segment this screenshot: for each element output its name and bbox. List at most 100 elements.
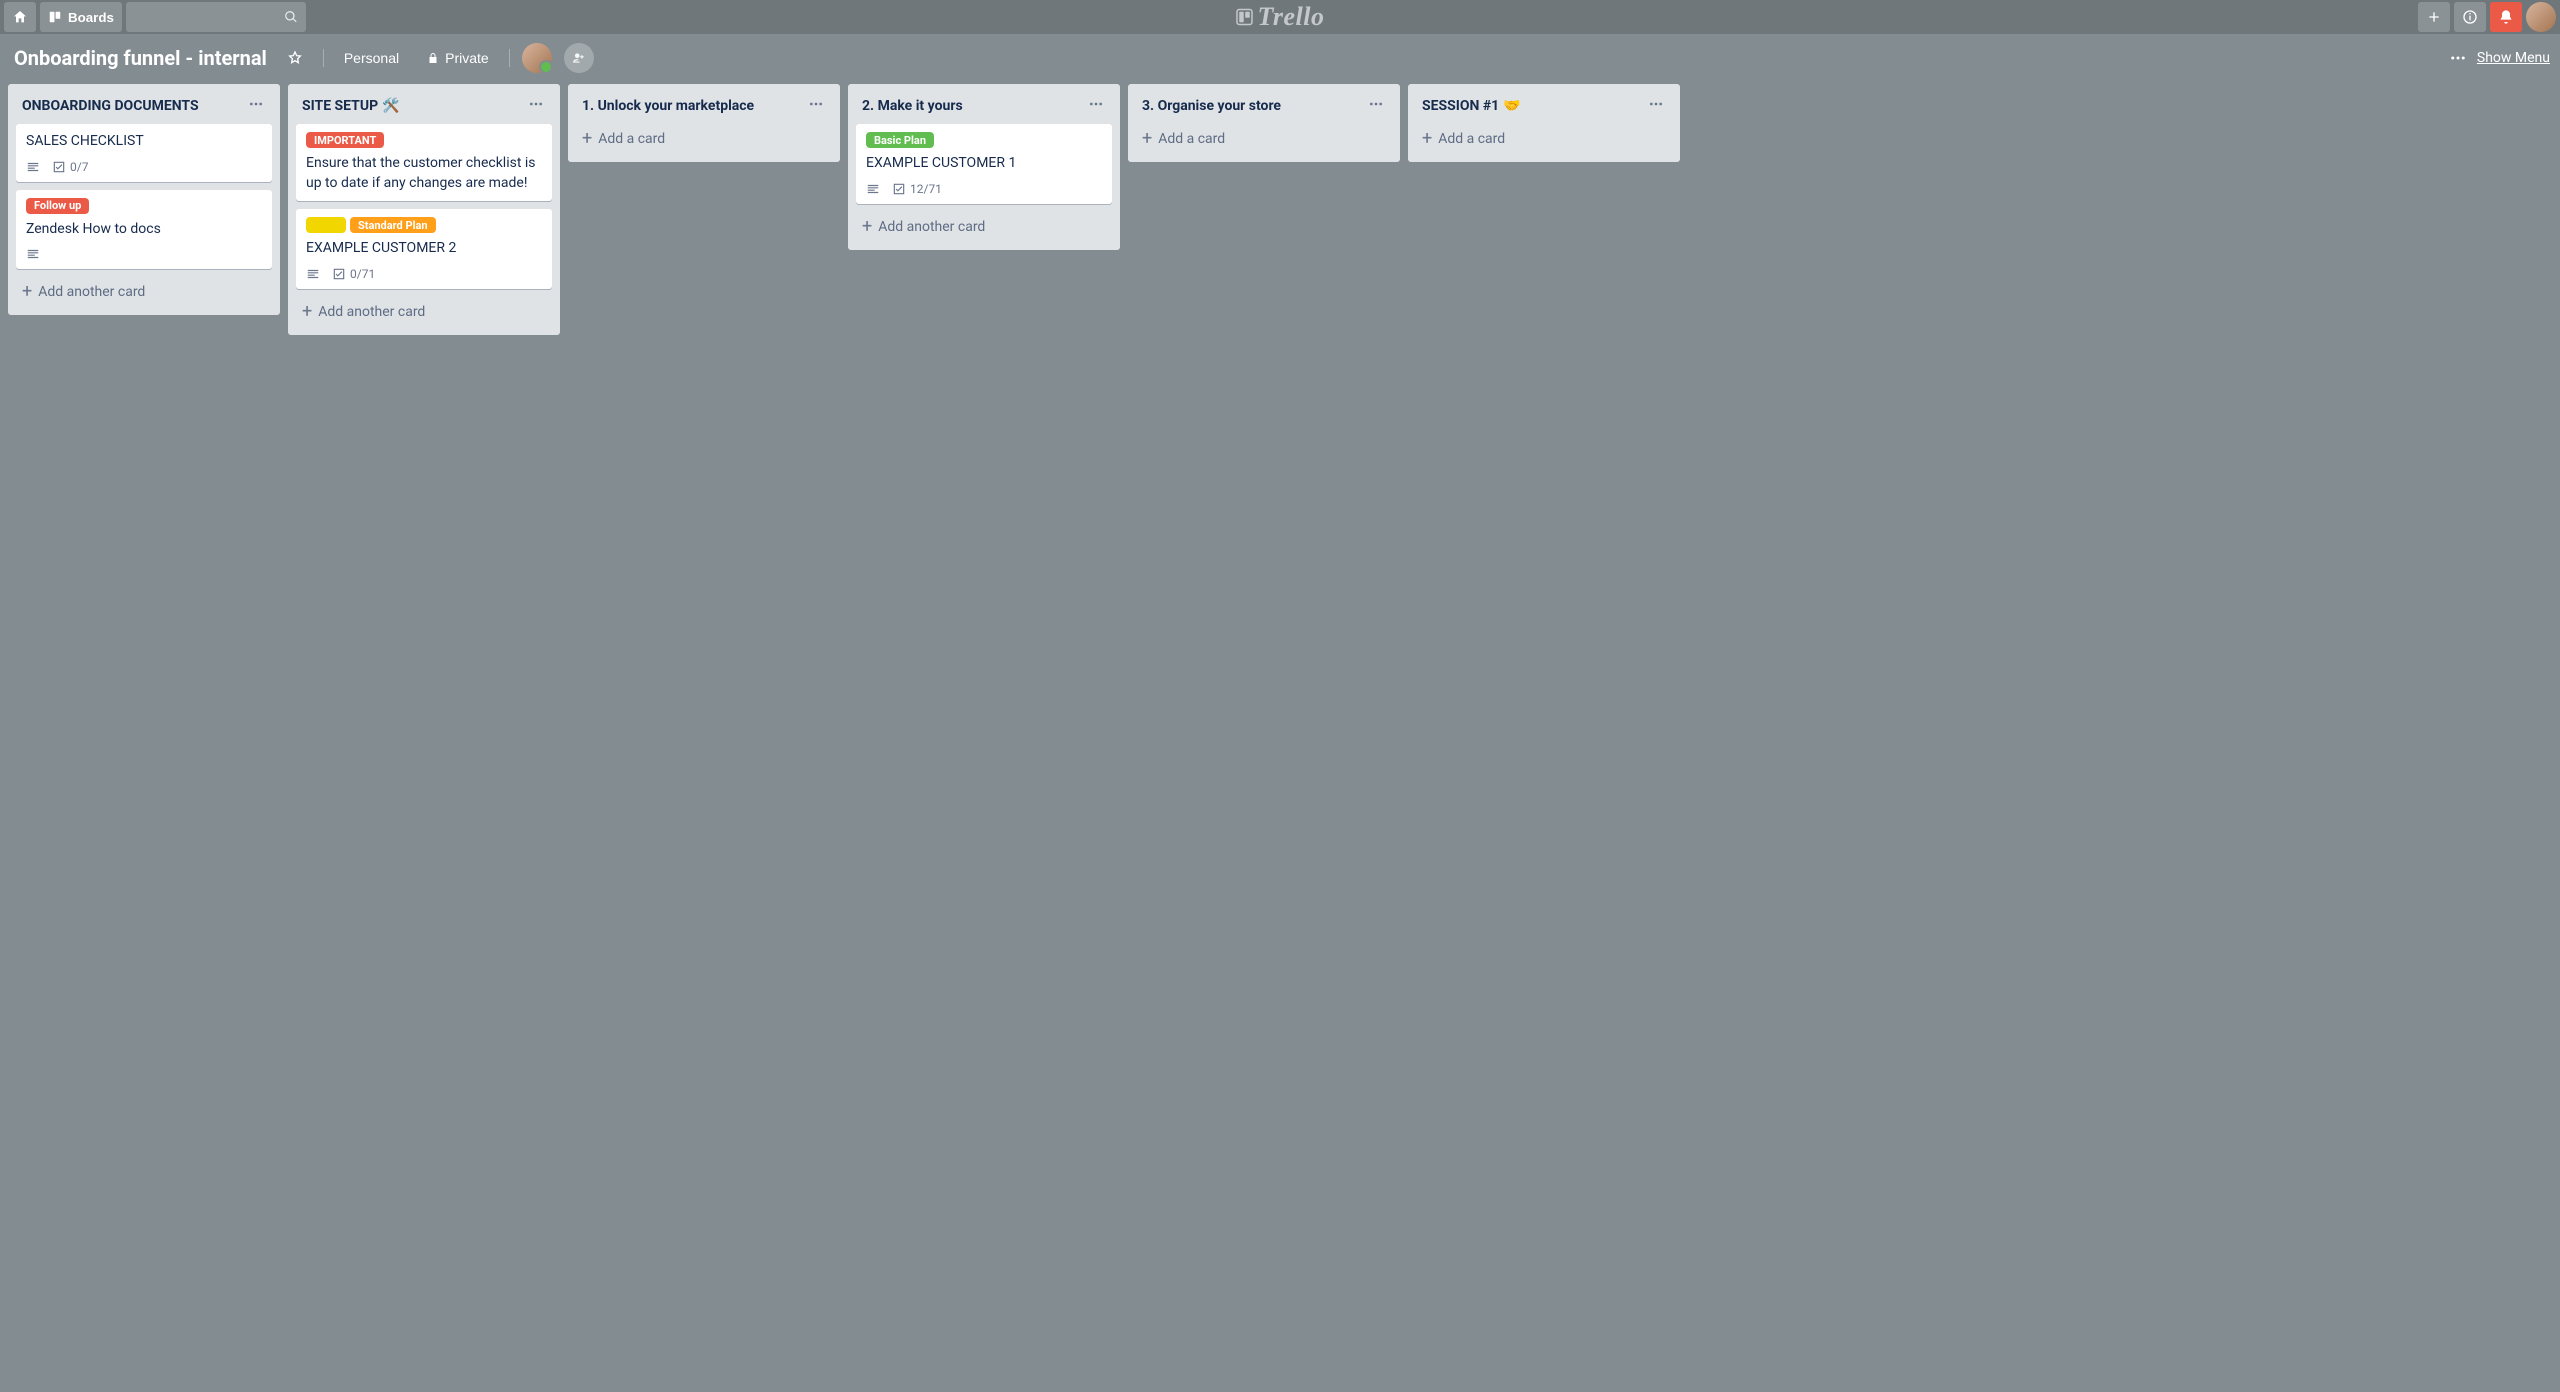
card-badges: 12/71 [866, 182, 1102, 196]
label-yellow[interactable] [306, 217, 346, 233]
list: 2. Make it yours Basic Plan EXAMPLE CUSTOM… [848, 84, 1120, 250]
invite-button[interactable] [564, 43, 594, 73]
card[interactable]: SALES CHECKLIST 0/7 [16, 124, 272, 182]
plus-icon: + [1142, 130, 1152, 148]
board-member-avatar[interactable] [522, 43, 552, 73]
board-title[interactable]: Onboarding funnel - internal [14, 46, 267, 70]
list: ONBOARDING DOCUMENTS SALES CHECKLIST 0/7 Fo… [8, 84, 280, 315]
add-card-button[interactable]: + Add a card [1416, 124, 1672, 154]
card-labels: Standard Plan [306, 217, 542, 233]
label-orange[interactable]: Standard Plan [350, 217, 436, 233]
checklist-count: 0/7 [70, 160, 88, 174]
checklist-count: 0/71 [350, 267, 375, 281]
list-title[interactable]: 1. Unlock your marketplace [582, 98, 754, 114]
visibility-label: Private [445, 50, 489, 66]
list-menu-button[interactable] [806, 94, 826, 118]
top-header: Boards Trello [0, 0, 2560, 34]
add-card-label: Add another card [878, 219, 985, 235]
description-icon [866, 182, 880, 196]
add-card-button[interactable]: +Add another card [296, 297, 552, 327]
list-title[interactable]: ONBOARDING DOCUMENTS [22, 98, 199, 114]
list-title[interactable]: SESSION #1🤝 [1422, 98, 1521, 114]
divider [323, 49, 324, 67]
list-menu-button[interactable] [246, 94, 266, 118]
label-red[interactable]: IMPORTANT [306, 132, 384, 148]
card-title: Ensure that the customer checklist is up… [306, 154, 542, 193]
list-header: 1. Unlock your marketplace [576, 92, 832, 124]
team-button[interactable]: Personal [336, 42, 407, 74]
create-button[interactable] [2418, 2, 2450, 32]
add-card-label: Add a card [598, 131, 665, 147]
add-card-button[interactable]: + Add a card [576, 124, 832, 154]
plus-icon: + [1422, 130, 1432, 148]
card-badges: 0/7 [26, 160, 262, 174]
boards-button[interactable]: Boards [40, 2, 122, 32]
description-icon [26, 160, 40, 174]
add-card-button[interactable]: +Add another card [856, 212, 1112, 242]
list-title-emoji: 🤝 [1503, 98, 1520, 114]
card[interactable]: Follow up Zendesk How to docs [16, 190, 272, 270]
card-title: SALES CHECKLIST [26, 132, 262, 152]
search-input[interactable] [126, 2, 306, 32]
add-card-label: Add a card [1438, 131, 1505, 147]
card-labels: IMPORTANT [306, 132, 542, 148]
card[interactable]: Basic Plan EXAMPLE CUSTOMER 1 12/71 [856, 124, 1112, 204]
list: SITE SETUP🛠️ IMPORTANT Ensure that the cus… [288, 84, 560, 335]
list-header: SESSION #1🤝 [1416, 92, 1672, 124]
checklist-count: 12/71 [910, 182, 942, 196]
board-canvas[interactable]: ONBOARDING DOCUMENTS SALES CHECKLIST 0/7 Fo… [0, 82, 2560, 1392]
home-button[interactable] [4, 2, 36, 32]
list-header: 2. Make it yours [856, 92, 1112, 124]
add-card-label: Add a card [1158, 131, 1225, 147]
card-labels: Basic Plan [866, 132, 1102, 148]
list-title[interactable]: 3. Organise your store [1142, 98, 1281, 114]
label-red[interactable]: Follow up [26, 198, 89, 214]
list-menu-button[interactable] [1646, 94, 1666, 118]
description-icon [26, 247, 40, 261]
user-avatar[interactable] [2526, 2, 2556, 32]
list-title-emoji: 🛠️ [382, 98, 399, 114]
add-user-icon [572, 51, 586, 65]
plus-icon: + [302, 303, 312, 321]
label-green[interactable]: Basic Plan [866, 132, 934, 148]
plus-icon: + [582, 130, 592, 148]
card[interactable]: Standard PlanEXAMPLE CUSTOMER 20/71 [296, 209, 552, 289]
ellipsis-icon[interactable] [2449, 49, 2467, 67]
board-header: Onboarding funnel - internal Personal Pr… [0, 34, 2560, 82]
info-icon [2462, 9, 2478, 25]
card[interactable]: IMPORTANT Ensure that the customer checkl… [296, 124, 552, 201]
star-button[interactable] [279, 42, 311, 74]
add-card-label: Add another card [38, 284, 145, 300]
show-menu-link[interactable]: Show Menu [2477, 50, 2550, 66]
card-badges: 0/71 [306, 267, 542, 281]
lock-icon [427, 52, 439, 64]
bell-icon [2498, 9, 2514, 25]
checklist-badge: 0/71 [332, 267, 375, 281]
list: 3. Organise your store + Add a card [1128, 84, 1400, 162]
card-title: EXAMPLE CUSTOMER 1 [866, 154, 1102, 174]
app-logo-text: Trello [1257, 2, 1324, 32]
list-menu-button[interactable] [526, 94, 546, 118]
description-icon [306, 267, 320, 281]
list-title[interactable]: 2. Make it yours [862, 98, 963, 114]
list-header: SITE SETUP🛠️ [296, 92, 552, 124]
boards-label: Boards [68, 10, 114, 25]
star-icon [287, 50, 303, 66]
list-menu-button[interactable] [1086, 94, 1106, 118]
info-button[interactable] [2454, 2, 2486, 32]
add-card-button[interactable]: + Add a card [1136, 124, 1392, 154]
notifications-button[interactable] [2490, 2, 2522, 32]
search-icon [284, 10, 298, 24]
plus-icon: + [22, 283, 32, 301]
add-card-button[interactable]: + Add another card [16, 277, 272, 307]
card-title: Zendesk How to docs [26, 220, 262, 240]
trello-logo-icon [1235, 8, 1253, 26]
header-right [2418, 2, 2556, 32]
list-header: 3. Organise your store [1136, 92, 1392, 124]
app-logo: Trello [1235, 2, 1324, 32]
divider [509, 49, 510, 67]
list-title[interactable]: SITE SETUP🛠️ [302, 98, 400, 114]
home-icon [12, 9, 28, 25]
list-menu-button[interactable] [1366, 94, 1386, 118]
visibility-button[interactable]: Private [419, 42, 497, 74]
